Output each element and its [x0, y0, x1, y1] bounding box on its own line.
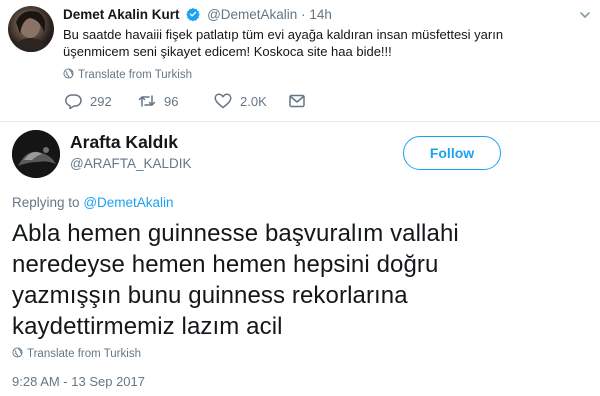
heart-icon	[214, 93, 232, 109]
tweet2-timestamp[interactable]: 9:28 AM - 13 Sep 2017	[12, 374, 145, 389]
tweet1-text: Bu saatde havaiii fişek patlatıp tüm evi…	[63, 26, 563, 60]
globe-icon	[12, 347, 23, 358]
tweet1-time[interactable]: 14h	[309, 7, 332, 22]
tweet2-text-line: yazmışşın bunu guinness rekorlarına	[12, 282, 408, 309]
tweet2-text-line: Abla hemen guinnesse başvuralım vallahi	[12, 220, 459, 247]
tweet2-handle[interactable]: @ARAFTA_KALDIK	[70, 156, 192, 171]
tweet1-translate-label: Translate from Turkish	[78, 69, 192, 81]
tweet2-translate-label: Translate from Turkish	[27, 348, 141, 360]
chevron-down-icon[interactable]	[579, 9, 591, 21]
replying-to: Replying to @DemetAkalin	[12, 195, 174, 210]
tweet1-text-line: Bu saatde havaiii fişek patlatıp tüm evi…	[63, 27, 504, 42]
retweet-count: 96	[164, 93, 179, 109]
retweet-button[interactable]: 96	[138, 93, 178, 109]
tweet1-handle[interactable]: @DemetAkalin	[207, 7, 297, 22]
globe-icon	[63, 68, 74, 79]
reply-count: 292	[90, 93, 112, 109]
verified-badge-icon	[186, 7, 201, 21]
follow-button[interactable]: Follow	[403, 136, 501, 170]
tweet2-author-name[interactable]: Arafta Kaldık	[70, 132, 178, 153]
replying-to-prefix: Replying to	[12, 195, 80, 210]
tweet1-header: Demet Akalin Kurt @DemetAkalin · 14h	[63, 7, 332, 23]
like-button[interactable]: 2.0K	[214, 93, 267, 109]
tweet1-text-line: üşenmicem seni şikayet edicem! Koskoca s…	[63, 44, 392, 59]
reply-button[interactable]: 292	[64, 93, 112, 109]
retweet-icon	[138, 95, 156, 107]
tweet1-separator: ·	[301, 7, 306, 22]
reply-icon	[65, 94, 82, 109]
tweet2-text: Abla hemen guinnesse başvuralım vallahi …	[12, 218, 592, 342]
avatar-photo	[12, 130, 60, 178]
like-count: 2.0K	[240, 93, 267, 109]
tweet1-author-name[interactable]: Demet Akalin Kurt	[63, 7, 180, 22]
tweet1-translate-link[interactable]: Translate from Turkish	[63, 68, 192, 82]
direct-message-button[interactable]	[288, 93, 314, 109]
avatar-photo	[12, 11, 50, 52]
tweet2-translate-link[interactable]: Translate from Turkish	[12, 347, 141, 361]
tweet2-text-line: neredeyse hemen hemen hepsini doğru	[12, 251, 439, 278]
replying-to-mention-link[interactable]: @DemetAkalin	[83, 195, 173, 210]
envelope-icon	[289, 94, 305, 108]
avatar-demet-akalin[interactable]	[8, 6, 54, 52]
avatar-arafta-kaldik[interactable]	[12, 130, 60, 178]
tweet-divider	[0, 121, 600, 122]
tweet2-text-line: kaydettirmemiz lazım acil	[12, 313, 283, 340]
